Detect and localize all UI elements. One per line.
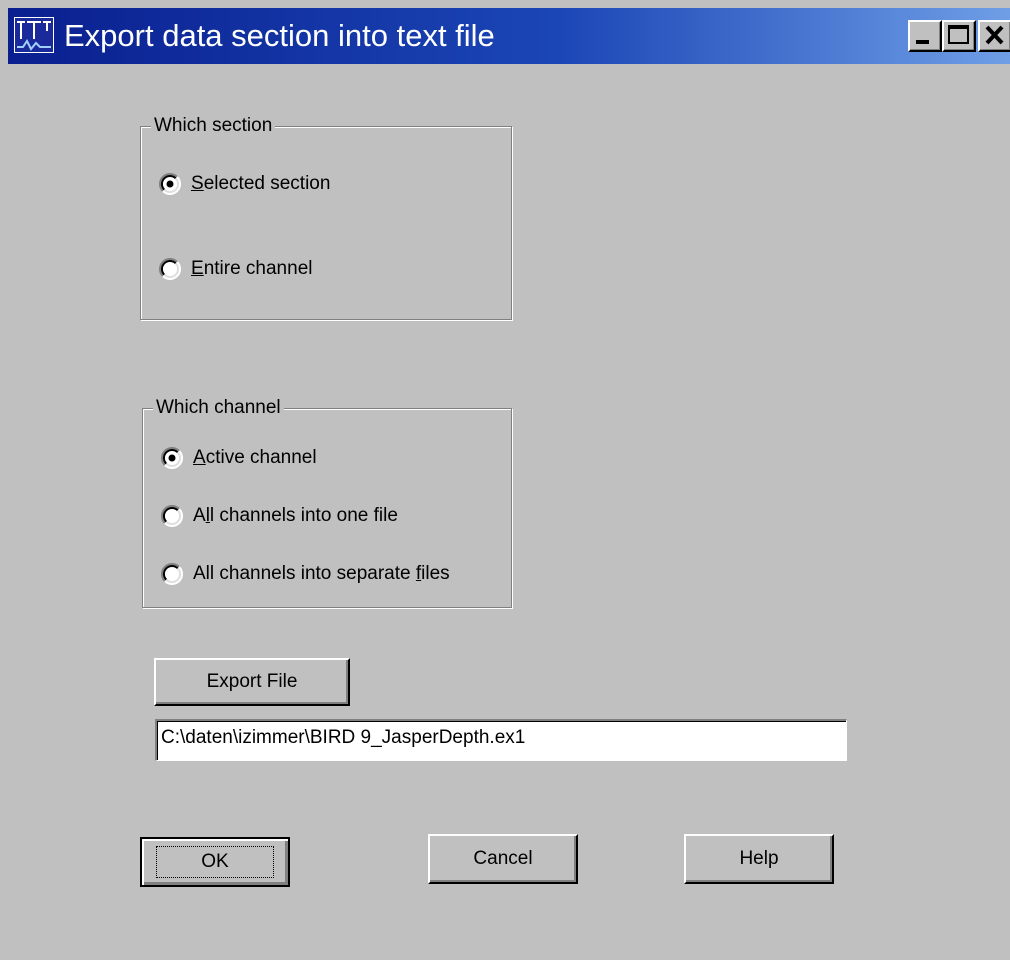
help-button[interactable]: Help	[684, 834, 834, 884]
radio-unchecked-icon[interactable]	[161, 563, 183, 585]
radio-entire-channel-label: Entire channel	[191, 258, 313, 279]
radio-active-channel-label: Active channel	[193, 447, 317, 468]
radio-unchecked-icon[interactable]	[161, 505, 183, 527]
radio-all-channels-separate-files-label: All channels into separate files	[193, 563, 450, 584]
cancel-button[interactable]: Cancel	[428, 834, 578, 884]
minimize-button[interactable]	[908, 20, 942, 52]
radio-selected-section-label: Selected section	[191, 173, 331, 194]
title-bar[interactable]: Export data section into text file	[8, 8, 1010, 64]
radio-checked-icon[interactable]	[159, 173, 181, 195]
maximize-button[interactable]	[942, 20, 976, 52]
app-logo-icon	[14, 17, 54, 53]
window-title: Export data section into text file	[64, 18, 495, 53]
radio-all-channels-one-file-label: All channels into one file	[193, 505, 398, 526]
radio-checked-icon[interactable]	[161, 447, 183, 469]
close-button[interactable]	[978, 20, 1010, 52]
close-icon	[985, 25, 1004, 45]
export-file-button[interactable]: Export File	[154, 658, 350, 706]
ok-button[interactable]: OK	[140, 837, 290, 887]
minimize-icon	[916, 40, 929, 44]
maximize-icon	[948, 25, 969, 44]
export-path-field[interactable]: C:\daten\izimmer\BIRD 9_JasperDepth.ex1	[155, 719, 847, 761]
radio-unchecked-icon[interactable]	[159, 258, 181, 280]
section-group-legend: Which section	[151, 115, 276, 137]
channel-group-legend: Which channel	[153, 397, 284, 419]
channel-groupbox: Which channel Active channel All channel…	[142, 397, 512, 608]
ok-button-label: OK	[156, 846, 274, 878]
section-groupbox: Which section Selected section Entire ch…	[140, 115, 512, 320]
